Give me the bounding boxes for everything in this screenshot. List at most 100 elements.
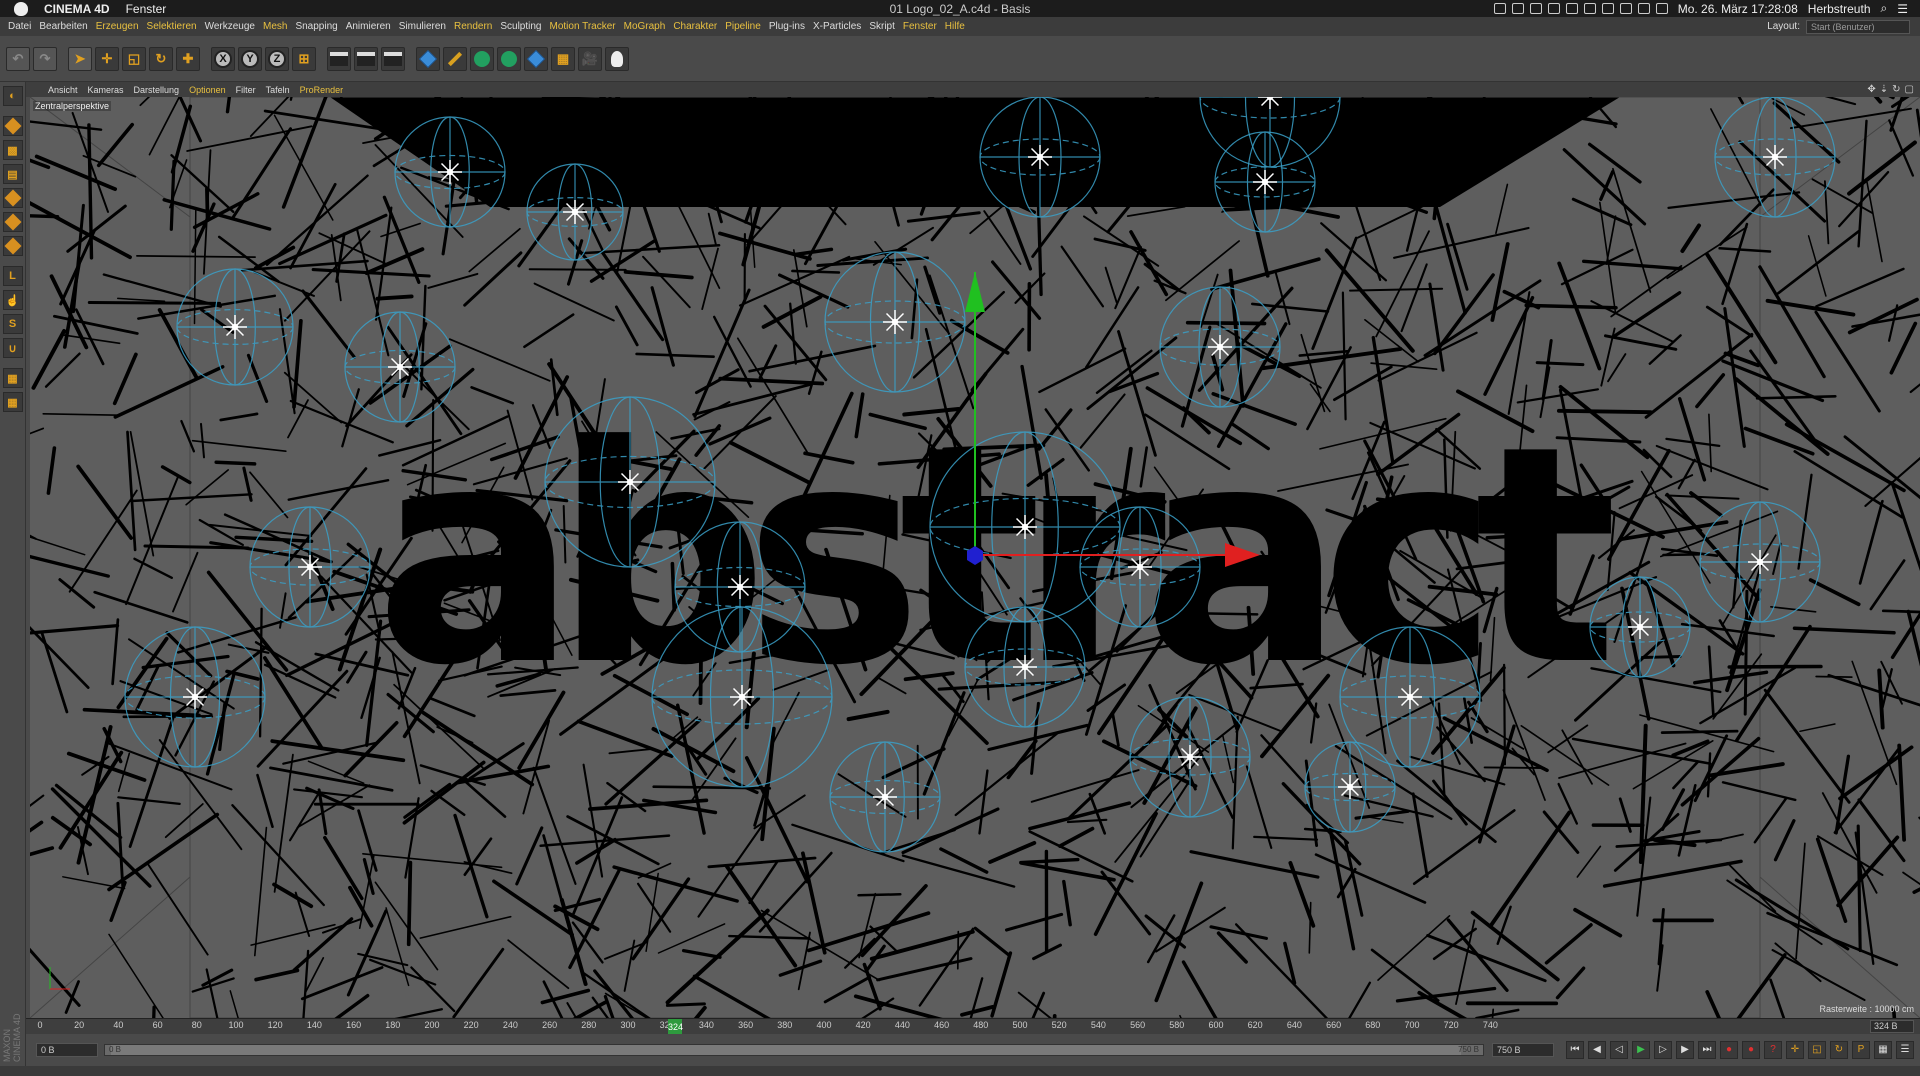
tray-icon[interactable] [1511, 3, 1524, 14]
viewport-menu-kameras[interactable]: Kameras [88, 85, 124, 95]
previous-frame-button[interactable]: ◁ [1610, 1041, 1628, 1059]
menu-erzeugen[interactable]: Erzeugen [96, 21, 139, 32]
pan-icon[interactable]: ✥ [1867, 84, 1875, 95]
redo-button[interactable]: ↷ [33, 46, 57, 71]
go-to-start-button[interactable]: ⏮ [1566, 1041, 1584, 1059]
select-tool-button[interactable]: ➤ [68, 46, 92, 71]
timeline-ruler[interactable]: 0 20 40 60 80 100 120 140 160 180 200 220 240 260 280 3… [26, 1018, 1920, 1035]
texture-mode-button[interactable]: ▩ [2, 140, 23, 160]
coordinate-system-button[interactable]: ⊞ [292, 46, 316, 71]
undo-button[interactable]: ↶ [6, 46, 30, 71]
viewport-menu-darstellung[interactable]: Darstellung [134, 85, 180, 95]
model-mode-button[interactable] [2, 116, 23, 136]
viewport-menu-optionen[interactable]: Optionen [189, 85, 226, 95]
viewport-menu-ansicht[interactable]: Ansicht [48, 85, 78, 95]
window-menu[interactable]: Fenster [126, 2, 167, 16]
make-editable-button[interactable]: ◐ [2, 86, 23, 106]
3d-viewport[interactable]: abstract Zentralperspektive Rasterweite … [30, 97, 1920, 1018]
array-button[interactable] [497, 46, 521, 71]
menu-sculpting[interactable]: Sculpting [500, 21, 541, 32]
rotate-tool-button[interactable]: ↻ [149, 46, 173, 71]
wifi-icon[interactable] [1637, 3, 1650, 14]
menu-rendern[interactable]: Rendern [454, 21, 492, 32]
scale-key-button[interactable]: ◱ [1808, 1041, 1826, 1059]
menu-motion-tracker[interactable]: Motion Tracker [549, 21, 615, 32]
camera-label[interactable]: Zentralperspektive [33, 101, 112, 111]
viewport-menu-tafeln[interactable]: Tafeln [266, 85, 290, 95]
viewport-menu-prorender[interactable]: ProRender [300, 85, 344, 95]
clock[interactable]: Mo. 26. März 17:28:08 [1678, 2, 1798, 16]
menu-hilfe[interactable]: Hilfe [945, 21, 965, 32]
axis-z-button[interactable]: Z [265, 46, 289, 71]
move-tool-button[interactable]: ✛ [95, 46, 119, 71]
menu-mesh[interactable]: Mesh [263, 21, 287, 32]
axis-y-button[interactable]: Y [238, 46, 262, 71]
menu-x-particles[interactable]: X-Particles [813, 21, 861, 32]
light-button[interactable] [605, 46, 629, 71]
timeline-window-button[interactable]: ☰ [1896, 1041, 1914, 1059]
play-button[interactable]: ▶ [1632, 1041, 1650, 1059]
axis-mode-button[interactable]: L [2, 266, 23, 286]
menu-pipeline[interactable]: Pipeline [725, 21, 761, 32]
transform-tool-button[interactable]: ✚ [176, 46, 200, 71]
maximize-icon[interactable]: ▢ [1905, 84, 1914, 95]
menu-bearbeiten[interactable]: Bearbeiten [39, 21, 87, 32]
subdivision-button[interactable] [470, 46, 494, 71]
tray-icon[interactable] [1619, 3, 1632, 14]
preview-range-fill[interactable] [111, 1045, 1461, 1055]
auto-key-button[interactable]: ● [1742, 1041, 1760, 1059]
parameter-key-button[interactable]: P [1852, 1041, 1870, 1059]
end-frame-field[interactable]: 324 B [1870, 1020, 1914, 1033]
user-name[interactable]: Herbstreuth [1808, 2, 1871, 16]
start-frame-field[interactable]: 0 B [36, 1043, 98, 1057]
edges-mode-button[interactable] [2, 212, 23, 232]
render-settings-button[interactable] [381, 46, 405, 71]
tray-icon[interactable] [1493, 3, 1506, 14]
menu-werkzeuge[interactable]: Werkzeuge [205, 21, 255, 32]
previous-key-button[interactable]: ◀ [1588, 1041, 1606, 1059]
menu-datei[interactable]: Datei [8, 21, 31, 32]
tray-icon[interactable] [1565, 3, 1578, 14]
next-key-button[interactable]: ▶ [1676, 1041, 1694, 1059]
menu-charakter[interactable]: Charakter [673, 21, 717, 32]
floor-button[interactable]: ▦ [551, 46, 575, 71]
tray-icon[interactable] [1529, 3, 1542, 14]
camera-button[interactable]: 🎥 [578, 46, 602, 71]
menu-list-icon[interactable]: ☰ [1897, 2, 1908, 16]
tray-icon[interactable] [1583, 3, 1596, 14]
preview-range-slider[interactable]: 0 B 750 B [104, 1044, 1484, 1056]
render-view-button[interactable] [327, 46, 351, 71]
timeline-playhead[interactable]: 324 [668, 1019, 683, 1035]
dolly-icon[interactable]: ⇣ [1880, 84, 1888, 95]
tweak-mode-button[interactable]: ☝ [2, 290, 23, 310]
points-mode-button[interactable] [2, 188, 23, 208]
app-menu[interactable]: CINEMA 4D [44, 2, 110, 16]
scale-tool-button[interactable]: ◱ [122, 46, 146, 71]
tray-icon[interactable] [1547, 3, 1560, 14]
go-to-end-button[interactable]: ⏭ [1698, 1041, 1716, 1059]
keyframe-selection-button[interactable]: ? [1764, 1041, 1782, 1059]
apple-icon[interactable] [14, 1, 28, 16]
point-level-button[interactable]: ▦ [1874, 1041, 1892, 1059]
layout-dropdown[interactable]: Start (Benutzer) [1806, 19, 1910, 34]
workplane-mode-button[interactable]: ▤ [2, 164, 23, 184]
solo-button[interactable]: S [2, 314, 23, 334]
menu-snapping[interactable]: Snapping [295, 21, 337, 32]
menu-plug-ins[interactable]: Plug-ins [769, 21, 805, 32]
planar-workplane-button[interactable]: ▦ [2, 392, 23, 412]
record-key-button[interactable]: ● [1720, 1041, 1738, 1059]
axis-x-button[interactable]: X [211, 46, 235, 71]
polygons-mode-button[interactable] [2, 236, 23, 256]
menu-mograph[interactable]: MoGraph [624, 21, 666, 32]
viewport-menu-filter[interactable]: Filter [236, 85, 256, 95]
rotation-key-button[interactable]: ↻ [1830, 1041, 1848, 1059]
volume-icon[interactable] [1655, 3, 1668, 14]
render-picture-viewer-button[interactable] [354, 46, 378, 71]
end-field[interactable]: 750 B [1492, 1043, 1554, 1057]
menu-skript[interactable]: Skript [869, 21, 895, 32]
orbit-icon[interactable]: ↻ [1892, 84, 1900, 95]
search-icon[interactable]: ⌕ [1881, 1, 1888, 16]
tray-icon[interactable] [1601, 3, 1614, 14]
deformer-button[interactable] [524, 46, 548, 71]
menu-selektieren[interactable]: Selektieren [147, 21, 197, 32]
